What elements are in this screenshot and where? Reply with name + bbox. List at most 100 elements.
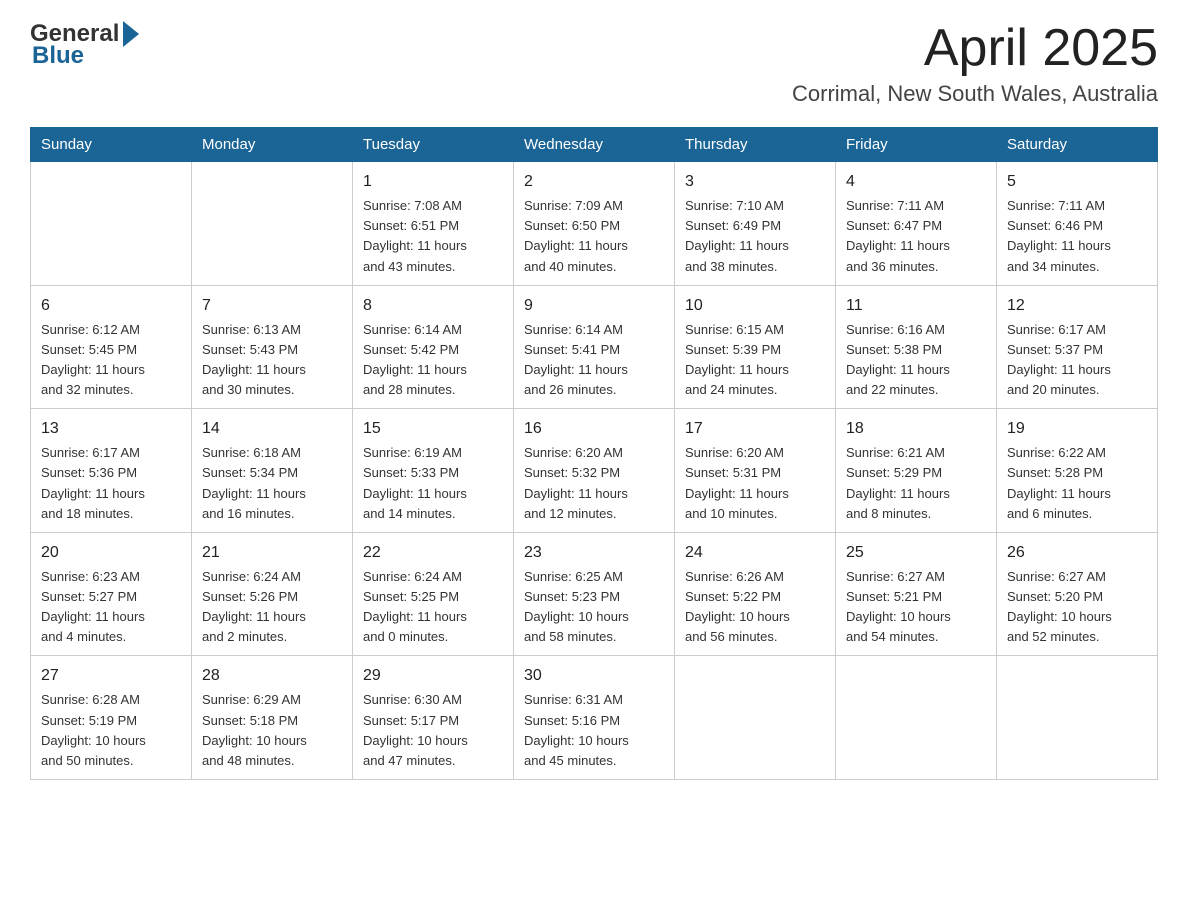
day-number: 1 [363,170,503,194]
day-number: 15 [363,417,503,441]
logo-blue-text: Blue [30,42,141,70]
calendar-cell [836,656,997,780]
day-info: Sunrise: 7:11 AM Sunset: 6:46 PM Dayligh… [1007,196,1147,277]
day-number: 24 [685,541,825,565]
day-number: 20 [41,541,181,565]
day-number: 7 [202,294,342,318]
calendar-cell: 12Sunrise: 6:17 AM Sunset: 5:37 PM Dayli… [997,285,1158,409]
calendar-week-row: 13Sunrise: 6:17 AM Sunset: 5:36 PM Dayli… [31,409,1158,533]
weekday-header-friday: Friday [836,128,997,162]
calendar-cell: 15Sunrise: 6:19 AM Sunset: 5:33 PM Dayli… [353,409,514,533]
calendar-cell: 27Sunrise: 6:28 AM Sunset: 5:19 PM Dayli… [31,656,192,780]
calendar-cell [192,162,353,286]
day-info: Sunrise: 7:11 AM Sunset: 6:47 PM Dayligh… [846,196,986,277]
day-info: Sunrise: 6:23 AM Sunset: 5:27 PM Dayligh… [41,567,181,648]
calendar-cell: 22Sunrise: 6:24 AM Sunset: 5:25 PM Dayli… [353,532,514,656]
day-info: Sunrise: 6:24 AM Sunset: 5:25 PM Dayligh… [363,567,503,648]
calendar-cell: 23Sunrise: 6:25 AM Sunset: 5:23 PM Dayli… [514,532,675,656]
calendar-table: SundayMondayTuesdayWednesdayThursdayFrid… [30,127,1158,780]
calendar-cell: 20Sunrise: 6:23 AM Sunset: 5:27 PM Dayli… [31,532,192,656]
calendar-cell: 21Sunrise: 6:24 AM Sunset: 5:26 PM Dayli… [192,532,353,656]
calendar-cell: 11Sunrise: 6:16 AM Sunset: 5:38 PM Dayli… [836,285,997,409]
weekday-header-wednesday: Wednesday [514,128,675,162]
day-info: Sunrise: 6:26 AM Sunset: 5:22 PM Dayligh… [685,567,825,648]
calendar-cell: 24Sunrise: 6:26 AM Sunset: 5:22 PM Dayli… [675,532,836,656]
day-info: Sunrise: 6:18 AM Sunset: 5:34 PM Dayligh… [202,443,342,524]
calendar-cell: 14Sunrise: 6:18 AM Sunset: 5:34 PM Dayli… [192,409,353,533]
calendar-week-row: 1Sunrise: 7:08 AM Sunset: 6:51 PM Daylig… [31,162,1158,286]
day-info: Sunrise: 6:17 AM Sunset: 5:36 PM Dayligh… [41,443,181,524]
calendar-cell: 26Sunrise: 6:27 AM Sunset: 5:20 PM Dayli… [997,532,1158,656]
day-number: 5 [1007,170,1147,194]
day-info: Sunrise: 6:20 AM Sunset: 5:32 PM Dayligh… [524,443,664,524]
day-number: 18 [846,417,986,441]
weekday-header-thursday: Thursday [675,128,836,162]
day-number: 2 [524,170,664,194]
calendar-cell [31,162,192,286]
day-info: Sunrise: 6:14 AM Sunset: 5:41 PM Dayligh… [524,320,664,401]
weekday-header-tuesday: Tuesday [353,128,514,162]
day-info: Sunrise: 6:16 AM Sunset: 5:38 PM Dayligh… [846,320,986,401]
page-header: General Blue April 2025 Corrimal, New So… [30,20,1158,107]
day-info: Sunrise: 6:14 AM Sunset: 5:42 PM Dayligh… [363,320,503,401]
calendar-week-row: 27Sunrise: 6:28 AM Sunset: 5:19 PM Dayli… [31,656,1158,780]
day-info: Sunrise: 6:13 AM Sunset: 5:43 PM Dayligh… [202,320,342,401]
calendar-cell: 29Sunrise: 6:30 AM Sunset: 5:17 PM Dayli… [353,656,514,780]
day-info: Sunrise: 6:19 AM Sunset: 5:33 PM Dayligh… [363,443,503,524]
day-info: Sunrise: 6:21 AM Sunset: 5:29 PM Dayligh… [846,443,986,524]
day-number: 30 [524,664,664,688]
day-info: Sunrise: 6:31 AM Sunset: 5:16 PM Dayligh… [524,690,664,771]
day-number: 19 [1007,417,1147,441]
day-number: 22 [363,541,503,565]
day-number: 12 [1007,294,1147,318]
day-info: Sunrise: 6:17 AM Sunset: 5:37 PM Dayligh… [1007,320,1147,401]
calendar-week-row: 20Sunrise: 6:23 AM Sunset: 5:27 PM Dayli… [31,532,1158,656]
day-number: 27 [41,664,181,688]
day-number: 26 [1007,541,1147,565]
calendar-header-row: SundayMondayTuesdayWednesdayThursdayFrid… [31,128,1158,162]
calendar-cell: 7Sunrise: 6:13 AM Sunset: 5:43 PM Daylig… [192,285,353,409]
day-number: 29 [363,664,503,688]
calendar-cell [675,656,836,780]
day-number: 9 [524,294,664,318]
calendar-cell: 10Sunrise: 6:15 AM Sunset: 5:39 PM Dayli… [675,285,836,409]
day-number: 16 [524,417,664,441]
weekday-header-sunday: Sunday [31,128,192,162]
day-number: 4 [846,170,986,194]
day-number: 8 [363,294,503,318]
day-info: Sunrise: 6:22 AM Sunset: 5:28 PM Dayligh… [1007,443,1147,524]
day-info: Sunrise: 6:20 AM Sunset: 5:31 PM Dayligh… [685,443,825,524]
day-info: Sunrise: 6:30 AM Sunset: 5:17 PM Dayligh… [363,690,503,771]
day-info: Sunrise: 6:29 AM Sunset: 5:18 PM Dayligh… [202,690,342,771]
calendar-cell [997,656,1158,780]
day-info: Sunrise: 7:08 AM Sunset: 6:51 PM Dayligh… [363,196,503,277]
calendar-cell: 2Sunrise: 7:09 AM Sunset: 6:50 PM Daylig… [514,162,675,286]
calendar-cell: 8Sunrise: 6:14 AM Sunset: 5:42 PM Daylig… [353,285,514,409]
calendar-cell: 19Sunrise: 6:22 AM Sunset: 5:28 PM Dayli… [997,409,1158,533]
day-number: 11 [846,294,986,318]
day-number: 14 [202,417,342,441]
weekday-header-monday: Monday [192,128,353,162]
logo: General Blue [30,20,141,70]
day-number: 6 [41,294,181,318]
calendar-cell: 30Sunrise: 6:31 AM Sunset: 5:16 PM Dayli… [514,656,675,780]
weekday-header-saturday: Saturday [997,128,1158,162]
calendar-cell: 18Sunrise: 6:21 AM Sunset: 5:29 PM Dayli… [836,409,997,533]
month-title: April 2025 [792,20,1158,77]
calendar-cell: 6Sunrise: 6:12 AM Sunset: 5:45 PM Daylig… [31,285,192,409]
day-number: 3 [685,170,825,194]
title-area: April 2025 Corrimal, New South Wales, Au… [792,20,1158,107]
calendar-cell: 3Sunrise: 7:10 AM Sunset: 6:49 PM Daylig… [675,162,836,286]
day-number: 10 [685,294,825,318]
calendar-cell: 25Sunrise: 6:27 AM Sunset: 5:21 PM Dayli… [836,532,997,656]
calendar-cell: 17Sunrise: 6:20 AM Sunset: 5:31 PM Dayli… [675,409,836,533]
day-number: 23 [524,541,664,565]
day-info: Sunrise: 6:24 AM Sunset: 5:26 PM Dayligh… [202,567,342,648]
day-info: Sunrise: 6:25 AM Sunset: 5:23 PM Dayligh… [524,567,664,648]
day-info: Sunrise: 6:12 AM Sunset: 5:45 PM Dayligh… [41,320,181,401]
calendar-cell: 1Sunrise: 7:08 AM Sunset: 6:51 PM Daylig… [353,162,514,286]
calendar-cell: 16Sunrise: 6:20 AM Sunset: 5:32 PM Dayli… [514,409,675,533]
calendar-week-row: 6Sunrise: 6:12 AM Sunset: 5:45 PM Daylig… [31,285,1158,409]
calendar-cell: 4Sunrise: 7:11 AM Sunset: 6:47 PM Daylig… [836,162,997,286]
calendar-cell: 9Sunrise: 6:14 AM Sunset: 5:41 PM Daylig… [514,285,675,409]
